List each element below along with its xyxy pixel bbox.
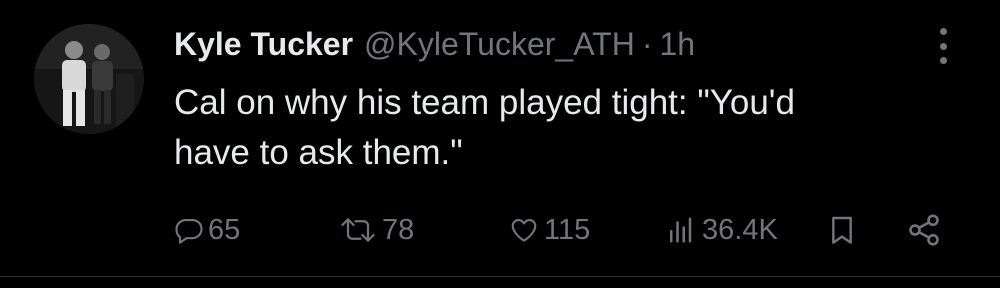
post-header: Kyle Tucker @KyleTucker_ATH · 1h	[174, 22, 695, 66]
share-button[interactable]	[904, 207, 944, 253]
more-dot	[939, 57, 947, 64]
post-timestamp[interactable]: 1h	[659, 22, 695, 66]
views-count: 36.4K	[702, 213, 778, 246]
author-handle[interactable]: @KyleTucker_ATH	[364, 22, 635, 66]
views-icon	[662, 215, 698, 245]
more-icon[interactable]	[930, 28, 956, 64]
post-text-line: Cal on why his team played tight: "You'd	[174, 83, 795, 122]
post-text: Cal on why his team played tight: "You'd…	[174, 78, 954, 178]
reply-icon	[174, 215, 204, 245]
like-button[interactable]: 115	[508, 207, 590, 253]
like-icon	[508, 215, 540, 245]
post-text-line: have to ask them."	[174, 133, 463, 172]
views-button[interactable]: 36.4K	[662, 207, 778, 253]
bookmark-button[interactable]	[826, 207, 858, 253]
repost-icon	[338, 215, 378, 245]
more-dot	[939, 28, 947, 35]
reply-count: 65	[208, 213, 241, 246]
tweet[interactable]: Kyle Tucker @KyleTucker_ATH · 1h Cal on …	[0, 0, 1000, 288]
bookmark-icon	[826, 213, 858, 247]
share-icon	[904, 212, 944, 248]
avatar-photo	[34, 24, 144, 134]
divider	[0, 276, 1000, 277]
reply-button[interactable]: 65	[174, 207, 240, 253]
header-separator: ·	[641, 26, 653, 62]
more-dot	[939, 42, 947, 50]
repost-button[interactable]: 78	[338, 207, 414, 253]
avatar[interactable]	[34, 24, 144, 134]
author-display-name[interactable]: Kyle Tucker	[174, 22, 353, 66]
repost-count: 78	[382, 213, 415, 246]
like-count: 115	[544, 213, 591, 246]
action-bar: 65 78 115 36.4K	[0, 207, 1000, 253]
